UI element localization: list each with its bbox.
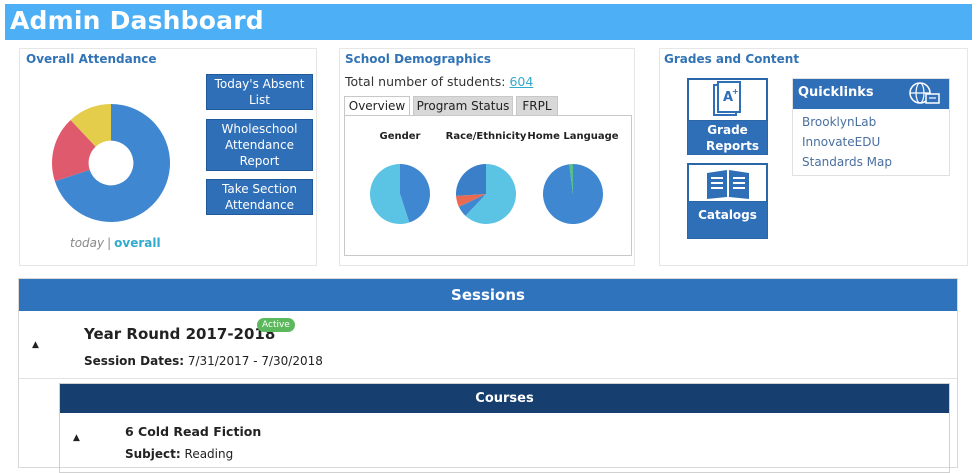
courses-header: Courses (60, 384, 949, 413)
language-label: Home Language (527, 131, 619, 142)
sessions-panel: Sessions ▲ Year Round 2017-2018 Active S… (18, 278, 958, 473)
status-badge: Active (257, 318, 295, 332)
course-subject: Subject: Reading (125, 447, 234, 461)
tab-overview[interactable]: Overview (344, 96, 410, 116)
gender-pie (370, 164, 430, 224)
session-collapse-icon[interactable]: ▲ (32, 340, 39, 350)
courses-panel: Courses ▲ 6 Cold Read Fiction Subject: R… (59, 383, 950, 473)
absent-list-button[interactable]: Today's Absent List (206, 74, 313, 110)
header-bar: Admin Dashboard (5, 4, 972, 40)
quicklink-standards-map[interactable]: Standards Map (802, 155, 892, 169)
grade-reports-tile[interactable]: A + Grade Reports (687, 78, 768, 155)
course-name: 6 Cold Read Fiction (125, 424, 262, 439)
overall-toggle[interactable]: overall (114, 236, 160, 250)
race-pie (456, 164, 516, 224)
session-name: Year Round 2017-2018 (84, 325, 276, 343)
grade-reports-label: Grade Reports (706, 123, 760, 153)
quicklink-brooklynlab[interactable]: BrooklynLab (802, 115, 876, 129)
tab-program-status[interactable]: Program Status (413, 96, 513, 116)
catalog-book-icon (707, 170, 749, 199)
catalogs-tile[interactable]: Catalogs (687, 163, 768, 239)
attendance-toggle: today | overall (70, 236, 161, 250)
session-dates: Session Dates: 7/31/2017 - 7/30/2018 (84, 354, 323, 368)
total-students-link[interactable]: 604 (509, 74, 533, 89)
sessions-header: Sessions (19, 279, 957, 311)
svg-text:+: + (732, 87, 739, 96)
page-title: Admin Dashboard (10, 6, 264, 35)
quicklinks-box: Quicklinks BrooklynLab InnovateEDU Stand… (792, 78, 950, 176)
catalogs-label: Catalogs (698, 208, 757, 222)
language-pie (543, 164, 603, 224)
attendance-title: Overall Attendance (26, 52, 157, 66)
take-attendance-button[interactable]: Take Section Attendance (206, 179, 313, 215)
quicklinks-title: Quicklinks (798, 85, 874, 100)
total-students: Total number of students: 604 (345, 74, 534, 89)
tab-frpl[interactable]: FRPL (516, 96, 558, 116)
quicklink-innovateedu[interactable]: InnovateEDU (802, 135, 880, 149)
pie1-slice-3 (456, 164, 486, 196)
demographics-title: School Demographics (345, 52, 492, 66)
today-toggle[interactable]: today (70, 236, 104, 250)
attendance-donut (52, 104, 170, 222)
attendance-report-button[interactable]: Wholeschool Attendance Report (206, 119, 313, 171)
course-collapse-icon[interactable]: ▲ (73, 433, 80, 443)
grade-report-icon: A + (713, 81, 741, 116)
globe-link-icon (909, 82, 940, 104)
quicklinks-header: Quicklinks (793, 79, 949, 109)
grades-title: Grades and Content (664, 52, 800, 66)
divider (19, 378, 957, 379)
